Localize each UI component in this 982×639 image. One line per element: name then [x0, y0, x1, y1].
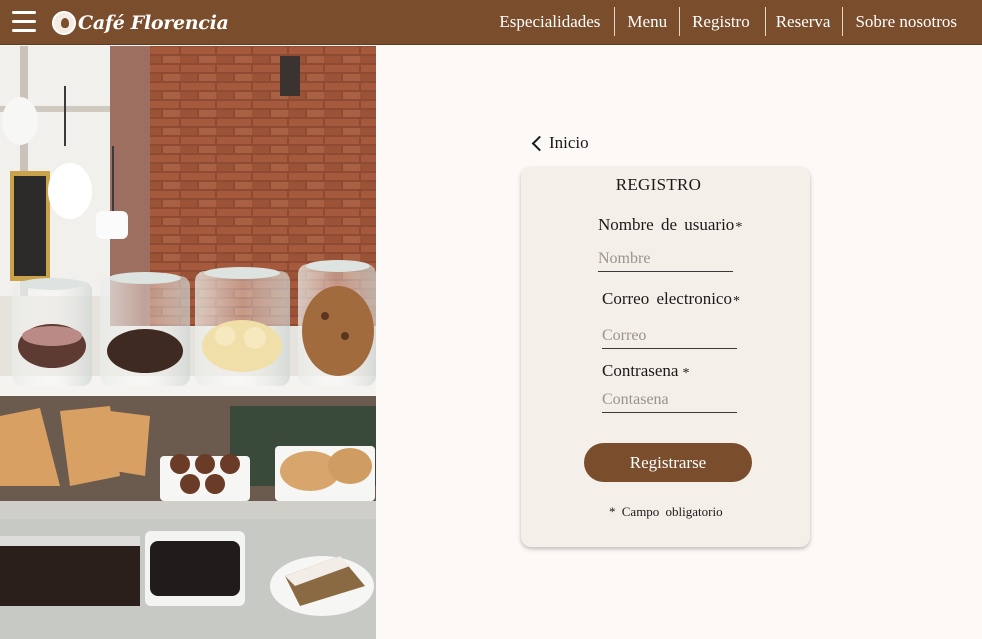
password-label: Contrasena *: [602, 361, 689, 381]
main-nav: Especialidades Menu Registro Reserva Sob…: [487, 7, 982, 36]
pastry-case-image: [0, 46, 376, 639]
nav-especialidades[interactable]: Especialidades: [487, 7, 614, 36]
username-input[interactable]: [598, 246, 733, 272]
username-label: Nombre de usuario*: [598, 215, 742, 235]
brand-logo[interactable]: Café Florencia: [52, 10, 229, 36]
brand-name: Café Florencia: [78, 12, 229, 34]
email-label-text: Correo electronico: [602, 289, 732, 308]
cafe-display-photo: [0, 46, 376, 639]
username-label-text: Nombre de usuario: [598, 215, 735, 234]
top-navbar: Café Florencia Especialidades Menu Regis…: [0, 0, 982, 45]
email-input[interactable]: [602, 323, 737, 349]
required-mark: *: [732, 294, 740, 309]
required-mark: *: [682, 366, 690, 381]
hamburger-menu-icon[interactable]: [12, 9, 38, 35]
required-field-note: * Campo obligatorio: [609, 504, 723, 519]
back-link-label: Inicio: [549, 133, 589, 152]
nav-sobre-nosotros[interactable]: Sobre nosotros: [842, 7, 982, 36]
cafe-logo-icon: [52, 11, 76, 35]
register-button[interactable]: Registrarse: [584, 443, 752, 482]
registration-card: REGISTRO Nombre de usuario* Correo elect…: [521, 167, 810, 547]
email-label: Correo electronico*: [602, 289, 740, 309]
nav-reserva[interactable]: Reserva: [764, 7, 843, 36]
password-label-text: Contrasena: [602, 361, 679, 380]
chevron-left-icon: [531, 135, 548, 151]
form-title: REGISTRO: [615, 175, 702, 194]
nav-menu[interactable]: Menu: [614, 7, 679, 36]
required-mark: *: [735, 220, 743, 235]
password-input[interactable]: [602, 387, 737, 413]
nav-registro[interactable]: Registro: [679, 7, 765, 36]
back-link-inicio[interactable]: Inicio: [530, 133, 589, 153]
